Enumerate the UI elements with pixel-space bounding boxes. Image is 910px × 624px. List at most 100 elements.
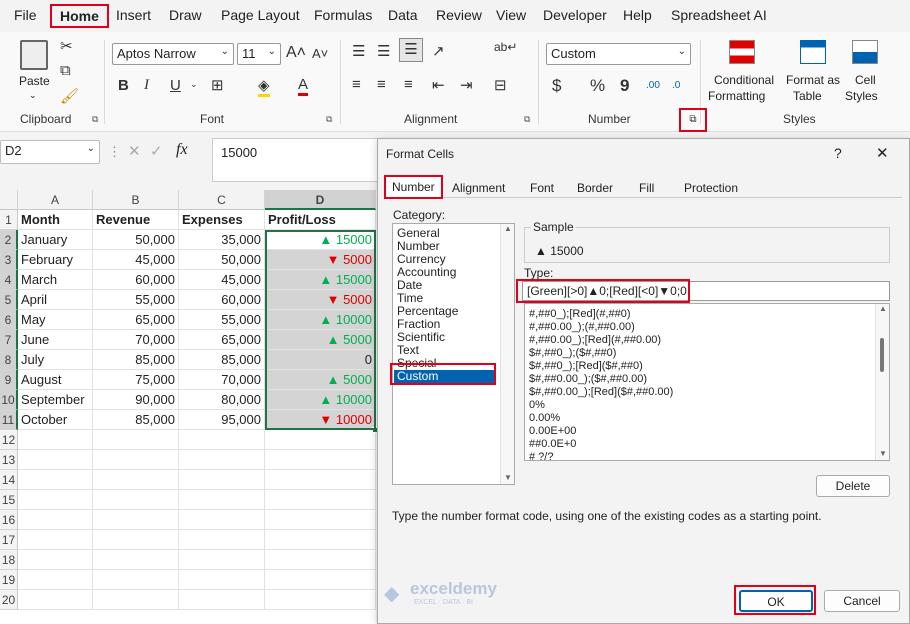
cell[interactable] <box>18 490 93 510</box>
cell[interactable] <box>179 530 265 550</box>
cell[interactable] <box>179 570 265 590</box>
conditional-formatting-sub[interactable]: Formatting <box>708 89 765 103</box>
profit-loss-cell[interactable]: ▲ 10000 <box>265 310 376 330</box>
cell[interactable] <box>93 490 179 510</box>
month-cell[interactable]: April <box>18 290 93 310</box>
cell[interactable] <box>93 590 179 610</box>
menu-draw[interactable]: Draw <box>169 7 202 23</box>
cell[interactable] <box>179 550 265 570</box>
font-size-select[interactable]: 11 ⌄ <box>237 43 281 65</box>
number-format-select[interactable]: Custom ⌄ <box>546 43 691 65</box>
header-cell[interactable]: Expenses <box>179 210 265 230</box>
format-code-item[interactable]: $#,##0_);[Red]($#,##0) <box>529 360 643 373</box>
expenses-cell[interactable]: 80,000 <box>179 390 265 410</box>
month-cell[interactable]: February <box>18 250 93 270</box>
row-header[interactable]: 4 <box>0 270 18 290</box>
revenue-cell[interactable]: 65,000 <box>93 310 179 330</box>
formula-input[interactable]: 15000 <box>212 138 382 182</box>
format-as-table-icon[interactable] <box>800 40 826 64</box>
decrease-font-icon[interactable]: A˅ <box>312 46 328 61</box>
row-header[interactable]: 19 <box>0 570 18 590</box>
expenses-cell[interactable]: 35,000 <box>179 230 265 250</box>
row-header[interactable]: 15 <box>0 490 18 510</box>
menu-spreadsheet-ai[interactable]: Spreadsheet AI <box>671 7 767 23</box>
format-code-item[interactable]: ##0.0E+0 <box>529 438 576 451</box>
cell[interactable] <box>265 430 376 450</box>
profit-loss-cell[interactable]: 0 <box>265 350 376 370</box>
month-cell[interactable]: September <box>18 390 93 410</box>
format-code-item[interactable]: 0.00% <box>529 412 560 425</box>
menu-data[interactable]: Data <box>388 7 418 23</box>
profit-loss-cell[interactable]: ▼ 5000 <box>265 290 376 310</box>
row-header[interactable]: 11 <box>0 410 18 430</box>
number-format-launcher-icon[interactable]: ⧉ <box>679 108 707 132</box>
cell[interactable] <box>179 590 265 610</box>
cell[interactable] <box>265 530 376 550</box>
row-header[interactable]: 6 <box>0 310 18 330</box>
insert-function-icon[interactable]: fx <box>176 141 188 159</box>
format-code-list[interactable]: #,##0_);[Red](#,##0) #,##0.00_);(#,##0.00… <box>524 303 890 464</box>
scroll-down-icon[interactable]: ▼ <box>879 449 887 458</box>
row-header[interactable]: 14 <box>0 470 18 490</box>
cell[interactable] <box>179 470 265 490</box>
tab-border[interactable]: Border <box>571 179 619 199</box>
format-code-item[interactable]: #,##0.00_);[Red](#,##0.00) <box>529 334 661 347</box>
category-item[interactable]: Custom <box>394 370 494 383</box>
align-center-icon[interactable]: ≡ <box>377 76 386 93</box>
menu-page-layout[interactable]: Page Layout <box>221 7 300 23</box>
expenses-cell[interactable]: 50,000 <box>179 250 265 270</box>
format-code-item[interactable]: # ?/? <box>529 451 553 464</box>
row-header[interactable]: 1 <box>0 210 18 230</box>
type-input[interactable]: [Green][>0]▲0;[Red][<0]▼0;0 <box>522 281 890 301</box>
cell[interactable] <box>179 450 265 470</box>
menu-home[interactable]: Home <box>50 4 109 28</box>
column-header-c[interactable]: C <box>179 190 265 210</box>
format-as-table-sub[interactable]: Table <box>793 89 822 103</box>
profit-loss-cell[interactable]: ▲ 15000 <box>265 270 376 290</box>
format-scrollbar[interactable]: ▲ ▼ <box>875 304 889 460</box>
cell-styles-sub[interactable]: Styles <box>845 89 878 103</box>
cancel-button[interactable]: Cancel <box>824 590 900 612</box>
cell[interactable] <box>93 510 179 530</box>
profit-loss-cell[interactable]: ▲ 5000 <box>265 330 376 350</box>
row-header[interactable]: 2 <box>0 230 18 250</box>
cell[interactable] <box>265 510 376 530</box>
revenue-cell[interactable]: 75,000 <box>93 370 179 390</box>
ok-button[interactable]: OK <box>739 590 813 612</box>
paste-dropdown-icon[interactable]: ⌄ <box>29 90 37 101</box>
category-list[interactable]: General Number Currency Accounting Date Time P… <box>392 223 515 485</box>
profit-loss-cell[interactable]: ▲ 5000 <box>265 370 376 390</box>
align-bottom-icon[interactable]: ☰ <box>399 38 423 62</box>
font-launcher-icon[interactable]: ⧉ <box>326 114 332 125</box>
header-cell[interactable]: Month <box>18 210 93 230</box>
percent-icon[interactable]: % <box>590 76 605 96</box>
cell[interactable] <box>93 430 179 450</box>
row-header[interactable]: 17 <box>0 530 18 550</box>
comma-style-icon[interactable]: 9 <box>620 76 629 96</box>
menu-insert[interactable]: Insert <box>116 7 151 23</box>
menu-file[interactable]: File <box>14 7 37 23</box>
format-code-item[interactable]: #,##0.00_);(#,##0.00) <box>529 321 635 334</box>
orientation-icon[interactable]: ↗ <box>432 42 445 60</box>
cell[interactable] <box>18 510 93 530</box>
scroll-down-icon[interactable]: ▼ <box>504 473 512 482</box>
expenses-cell[interactable]: 95,000 <box>179 410 265 430</box>
cell[interactable] <box>93 570 179 590</box>
month-cell[interactable]: June <box>18 330 93 350</box>
borders-icon[interactable]: ⊞ <box>211 76 224 94</box>
header-cell[interactable]: Profit/Loss <box>265 210 376 230</box>
help-button[interactable]: ? <box>834 145 842 161</box>
cell[interactable] <box>265 570 376 590</box>
revenue-cell[interactable]: 50,000 <box>93 230 179 250</box>
cell[interactable] <box>18 530 93 550</box>
increase-indent-icon[interactable]: ⇥ <box>460 76 473 94</box>
cell[interactable] <box>18 590 93 610</box>
currency-icon[interactable]: $ <box>552 76 561 96</box>
cell[interactable] <box>179 430 265 450</box>
menu-view[interactable]: View <box>496 7 526 23</box>
merge-center-icon[interactable]: ⊟ <box>494 76 507 94</box>
profit-loss-cell[interactable]: ▲ 10000 <box>265 390 376 410</box>
revenue-cell[interactable]: 60,000 <box>93 270 179 290</box>
row-header[interactable]: 9 <box>0 370 18 390</box>
revenue-cell[interactable]: 55,000 <box>93 290 179 310</box>
